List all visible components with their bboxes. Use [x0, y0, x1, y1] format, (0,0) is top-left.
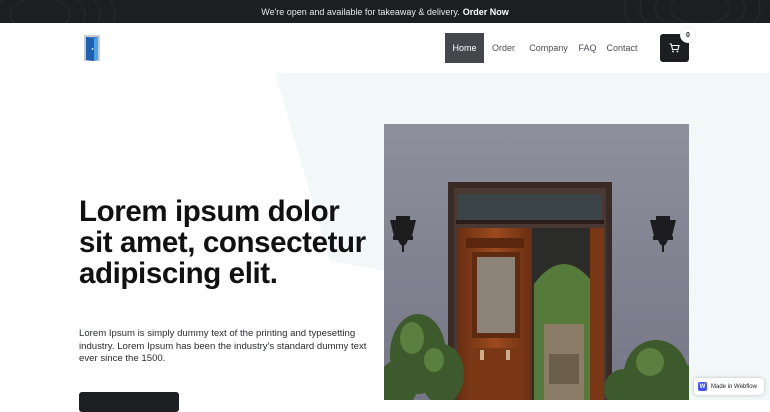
announcement-bar: We're open and available for takeaway & …	[0, 0, 770, 23]
announcement-text: We're open and available for takeaway & …	[261, 6, 509, 17]
nav-order[interactable]: Order	[484, 33, 523, 63]
nav-company[interactable]: Company	[523, 33, 574, 63]
cart-button[interactable]: 0	[660, 28, 695, 62]
hero-description: Lorem Ipsum is simply dummy text of the …	[79, 328, 367, 364]
nav-home[interactable]: Home	[445, 33, 484, 63]
nav-contact[interactable]: Contact	[601, 33, 643, 63]
main-menu: Home Order Company FAQ Contact	[445, 33, 643, 63]
cart-icon	[669, 43, 680, 53]
navbar: Home Order Company FAQ Contact 0	[0, 23, 770, 73]
door-logo-icon[interactable]	[82, 34, 102, 62]
webflow-logo-icon: W	[698, 382, 707, 391]
cart-count-badge: 0	[681, 28, 695, 42]
made-in-webflow-badge[interactable]: W Made in Webflow	[694, 378, 764, 395]
nav-faq[interactable]: FAQ	[574, 33, 601, 63]
hero-door-photo	[384, 124, 689, 400]
order-now-link[interactable]: Order Now	[463, 7, 509, 17]
hero-title: Lorem ipsum dolor sit amet, consectetur …	[79, 195, 366, 290]
badge-label: Made in Webflow	[711, 383, 757, 390]
hero-cta-button[interactable]	[79, 392, 179, 412]
